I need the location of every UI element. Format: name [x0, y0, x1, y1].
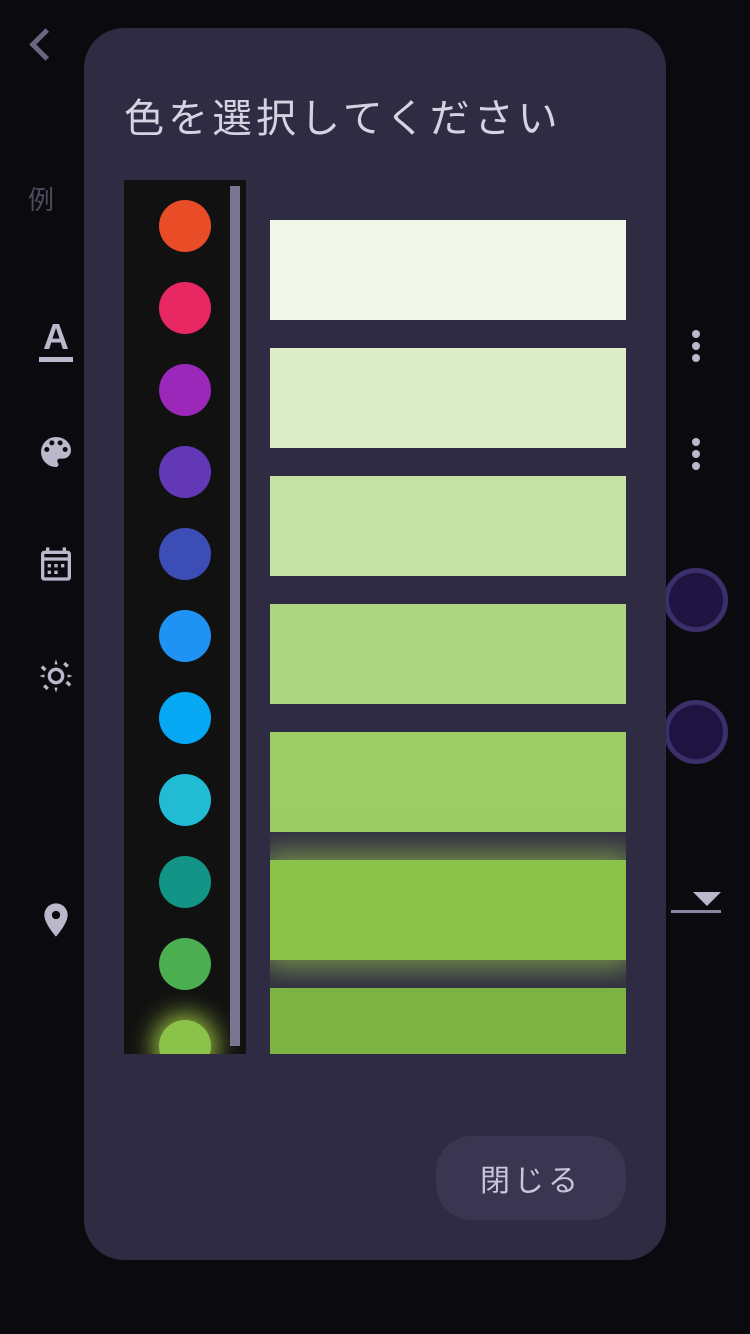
color-picker-body — [124, 180, 626, 1106]
shade-swatch-0[interactable] — [270, 220, 626, 320]
shade-swatch-5[interactable] — [270, 860, 626, 960]
shade-swatch-6[interactable] — [270, 988, 626, 1054]
hue-swatch-green[interactable] — [159, 938, 211, 990]
color-picker-modal: 色を選択してください 閉じる — [84, 28, 666, 1260]
location-pin-icon[interactable] — [36, 900, 76, 940]
brightness-icon[interactable] — [36, 656, 76, 696]
hue-swatch-light-green[interactable] — [159, 1020, 211, 1054]
hue-swatch-teal[interactable] — [159, 856, 211, 908]
hue-swatch-light-blue[interactable] — [159, 692, 211, 744]
hue-swatch-purple[interactable] — [159, 364, 211, 416]
color-circle-swatch[interactable] — [664, 568, 728, 632]
dropdown-indicator[interactable] — [671, 892, 721, 913]
hue-swatch-orange-red[interactable] — [159, 200, 211, 252]
modal-title: 色を選択してください — [124, 86, 626, 144]
palette-icon[interactable] — [36, 432, 76, 472]
shade-swatch-3[interactable] — [270, 604, 626, 704]
more-options-icon[interactable] — [692, 438, 700, 470]
text-style-icon[interactable]: A — [36, 320, 76, 360]
chevron-down-icon — [693, 892, 721, 906]
calendar-icon[interactable] — [36, 544, 76, 584]
back-icon[interactable] — [30, 25, 54, 65]
modal-footer: 閉じる — [124, 1106, 626, 1220]
shade-swatch-4[interactable] — [270, 732, 626, 832]
hue-swatch-cyan[interactable] — [159, 774, 211, 826]
more-options-icon[interactable] — [692, 330, 700, 362]
settings-icon-column: A — [26, 320, 86, 940]
color-circle-swatch[interactable] — [664, 700, 728, 764]
hue-swatch-deep-purple[interactable] — [159, 446, 211, 498]
hue-swatch-blue[interactable] — [159, 610, 211, 662]
shade-swatch-1[interactable] — [270, 348, 626, 448]
hue-column[interactable] — [124, 180, 246, 1054]
example-label: 例 — [28, 180, 54, 217]
close-button[interactable]: 閉じる — [436, 1136, 626, 1220]
hue-swatch-pink[interactable] — [159, 282, 211, 334]
settings-right-column — [664, 330, 728, 913]
hue-swatch-indigo[interactable] — [159, 528, 211, 580]
shade-column[interactable] — [270, 180, 626, 1054]
shade-swatch-2[interactable] — [270, 476, 626, 576]
